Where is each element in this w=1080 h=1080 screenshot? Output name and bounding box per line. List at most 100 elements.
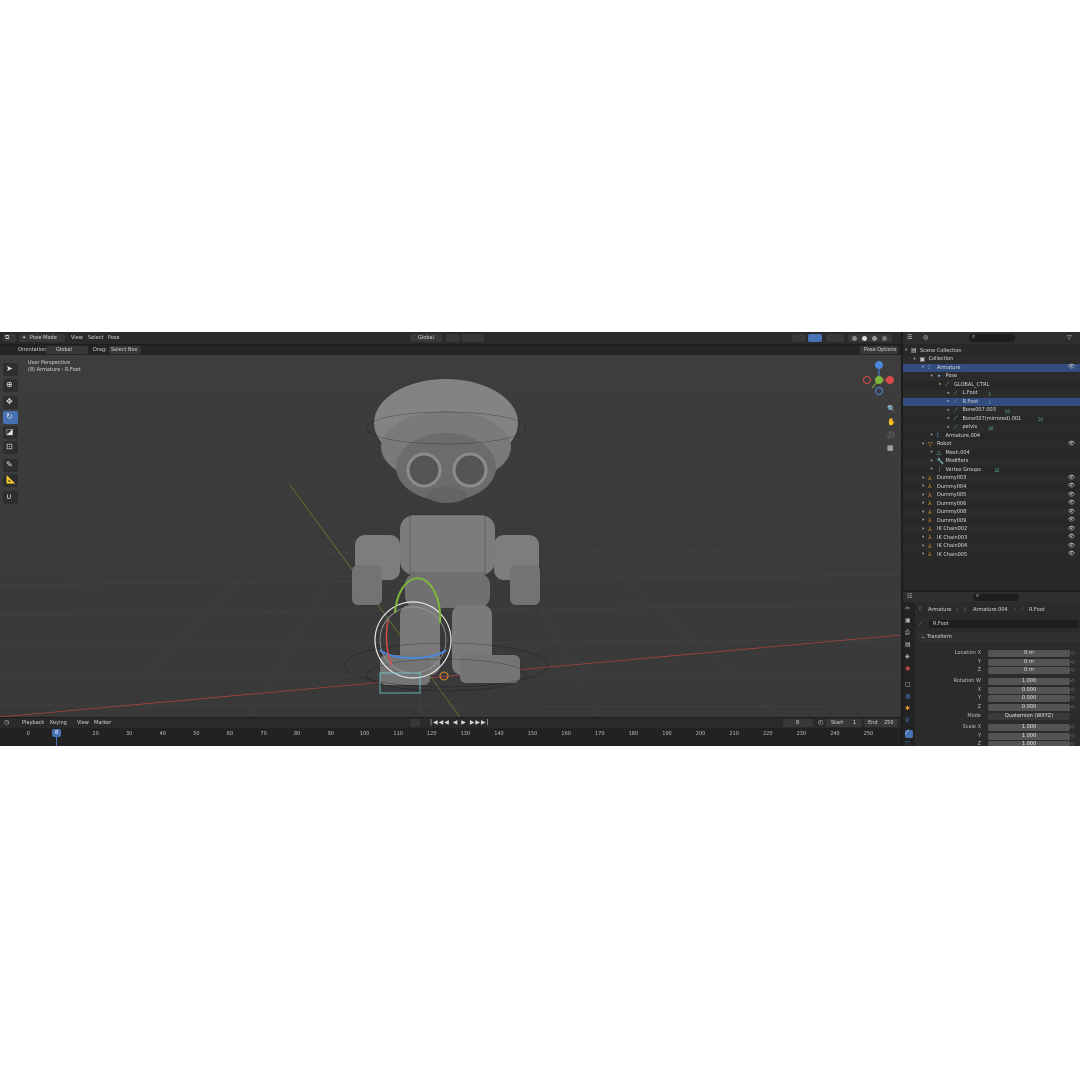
clock-icon[interactable]: ◷: [4, 720, 9, 726]
location-x-field[interactable]: 0 m: [988, 650, 1070, 657]
scene-tab-icon[interactable]: ◈: [905, 654, 913, 662]
world-tab-icon[interactable]: ◉: [905, 666, 913, 674]
disclosure-expanded-icon[interactable]: ▾: [922, 493, 924, 499]
keyframe-diamond-icon[interactable]: ◇: [1071, 687, 1075, 693]
outliner-row[interactable]: ▾ ⅄ IK Chain002 👁: [903, 525, 1080, 534]
location-y-field[interactable]: 0 m: [988, 658, 1070, 666]
bone-tab-icon[interactable]: ⟋: [905, 730, 913, 738]
view-layer-tab-icon[interactable]: ▤: [905, 642, 913, 650]
menu-select[interactable]: Select: [88, 336, 103, 341]
outliner-row[interactable]: ▾ ✦ Pose: [903, 372, 1080, 381]
select-tool-button[interactable]: ➤: [3, 363, 18, 376]
outliner-row[interactable]: ▾ ⅄ Dummy003 👁: [903, 474, 1080, 483]
properties-editor-icon[interactable]: ☷: [907, 594, 912, 600]
visibility-eye-icon[interactable]: 👁: [1068, 483, 1075, 490]
tool-tab-icon[interactable]: ✂: [905, 606, 913, 614]
disclosure-collapsed-icon[interactable]: ▸: [948, 399, 950, 405]
scale-y-field[interactable]: 1.000: [988, 732, 1070, 740]
keyframe-diamond-icon[interactable]: ◇: [1071, 651, 1075, 656]
disclosure-collapsed-icon[interactable]: ▸: [939, 382, 941, 388]
cursor-tool-button[interactable]: ⊕: [3, 379, 18, 392]
disclosure-expanded-icon[interactable]: ▾: [922, 484, 924, 490]
outliner-row[interactable]: ▾ ⅄ Dummy004 👁: [903, 483, 1080, 491]
rotation-mode-field[interactable]: Quaternion (WXYZ): [988, 713, 1070, 720]
outliner-row[interactable]: ▾ ⅄ Dummy005 👁: [903, 491, 1080, 500]
menu-view[interactable]: View: [71, 336, 83, 341]
outliner-row[interactable]: ▸ ⟋ pelvis 30: [903, 423, 1080, 432]
rendered-shading-icon[interactable]: [882, 335, 887, 341]
disclosure-expanded-icon[interactable]: ▾: [922, 476, 924, 482]
start-frame-field[interactable]: Start 1: [826, 719, 862, 727]
camera-icon[interactable]: 🎥: [887, 432, 896, 439]
timeline-ruler[interactable]: 0 20 30 40 50 60 70 80 90 100 110 120 130 140 150 160 17…: [0, 728, 901, 746]
disclosure-expanded-icon[interactable]: ▾: [922, 535, 924, 541]
solid-shading-icon[interactable]: [862, 335, 867, 341]
disclosure-collapsed-icon[interactable]: ▸: [948, 408, 950, 414]
menu-keying[interactable]: Keying: [50, 721, 67, 726]
visibility-eye-icon[interactable]: 👁: [1068, 492, 1075, 499]
keyframe-diamond-icon[interactable]: ◇: [1071, 725, 1075, 730]
keyframe-diamond-icon[interactable]: ◇: [1071, 659, 1075, 665]
menu-pose[interactable]: Pose: [108, 336, 120, 341]
visibility-eye-icon[interactable]: 👁: [1068, 509, 1075, 516]
visibility-eye-icon[interactable]: 👁: [1068, 526, 1075, 533]
disclosure-expanded-icon[interactable]: ▾: [922, 501, 924, 507]
end-frame-field[interactable]: End 250: [864, 719, 898, 727]
outliner-row[interactable]: ▸ ⟋ Bone007(mirrored).001 10: [903, 415, 1080, 423]
visibility-eye-icon[interactable]: 👁: [1068, 500, 1075, 507]
scale-x-field[interactable]: 1.000: [988, 724, 1070, 731]
transform-tool-button[interactable]: ⊡: [3, 441, 18, 454]
outliner-row[interactable]: ▾ 🔧 Modifiers: [903, 457, 1080, 466]
menu-playback[interactable]: Playback: [22, 721, 44, 726]
location-z-field[interactable]: 0 m: [988, 667, 1070, 674]
outliner-row[interactable]: ▾ ⅄ IK Chain004 👁: [903, 542, 1080, 551]
disclosure-expanded-icon[interactable]: ▾: [931, 467, 933, 473]
playback-controls-icon[interactable]: |◀◀◀ ◀ ▶ ▶▶▶|: [430, 720, 490, 726]
outliner-search-input[interactable]: ⌕: [969, 334, 1015, 342]
disclosure-expanded-icon[interactable]: ▾: [922, 527, 924, 533]
rotation-x-field[interactable]: 0.000: [988, 686, 1070, 694]
scale-tool-button[interactable]: ◪: [3, 426, 18, 439]
outliner-row[interactable]: ▾ ⅄ Dummy008 👁: [903, 508, 1080, 517]
outliner-editor-icon[interactable]: ☰: [907, 335, 912, 341]
disclosure-expanded-icon[interactable]: ▾: [931, 374, 933, 380]
material-shading-icon[interactable]: [872, 335, 877, 341]
orientation-select[interactable]: Global: [46, 346, 88, 354]
disclosure-expanded-icon[interactable]: ▾: [931, 450, 933, 456]
keyframe-diamond-icon[interactable]: ◇: [1071, 696, 1075, 701]
visibility-eye-icon[interactable]: 👁: [1068, 441, 1075, 448]
disclosure-expanded-icon[interactable]: ▾: [914, 357, 916, 363]
display-mode-icon[interactable]: ◎: [923, 335, 928, 341]
physics-tab-icon[interactable]: ◍: [905, 694, 913, 702]
filter-icon[interactable]: ▽: [1067, 335, 1072, 341]
menu-view-timeline[interactable]: View: [77, 721, 89, 726]
disclosure-expanded-icon[interactable]: ▾: [922, 365, 924, 371]
disclosure-collapsed-icon[interactable]: ▸: [948, 391, 950, 397]
visibility-eye-icon[interactable]: 👁: [1068, 364, 1075, 371]
menu-marker[interactable]: Marker: [94, 721, 111, 726]
outliner-row[interactable]: ▸ ⟋ GLOBAL_CTRL: [903, 381, 1080, 389]
orientation-dropdown[interactable]: Global: [410, 334, 442, 342]
outliner-row[interactable]: ▸ ⟋ R.Foot 2: [903, 398, 1080, 406]
output-tab-icon[interactable]: ⎙: [905, 630, 913, 638]
outliner-row[interactable]: ▾ ▽ Robot 👁: [903, 440, 1080, 449]
stopwatch-icon[interactable]: ◴: [818, 720, 823, 726]
keyframe-diamond-icon[interactable]: ◇: [1071, 679, 1075, 684]
transform-panel-header[interactable]: ⌄ Transform: [917, 633, 1080, 642]
shading-buttons[interactable]: [848, 334, 892, 342]
outliner-row[interactable]: ▾ ⅄ IK Chain003 👁: [903, 534, 1080, 542]
disclosure-expanded-icon[interactable]: ▾: [905, 348, 907, 354]
outliner-row[interactable]: ▾ ⟟ Armature.004: [903, 432, 1080, 440]
visibility-eye-icon[interactable]: 👁: [1068, 543, 1075, 550]
outliner-row[interactable]: ▾ ⋮ Vertex Groups 32: [903, 466, 1080, 474]
pivot-button[interactable]: [446, 334, 460, 342]
outliner-row[interactable]: ▾ ⅄ IK Chain005 👁: [903, 551, 1080, 559]
measure-tool-button[interactable]: 📐: [3, 474, 18, 487]
overlay-button[interactable]: [826, 334, 844, 342]
stop-button[interactable]: [410, 719, 420, 727]
bone-name-field[interactable]: R.Foot: [929, 620, 1079, 628]
bone-constraint-tab-icon[interactable]: ⤧: [905, 742, 913, 747]
visibility-eye-icon[interactable]: 👁: [1068, 551, 1075, 558]
render-tab-icon[interactable]: ▣: [905, 618, 913, 626]
outliner-row[interactable]: ▾ ▣ Collection: [903, 355, 1080, 364]
